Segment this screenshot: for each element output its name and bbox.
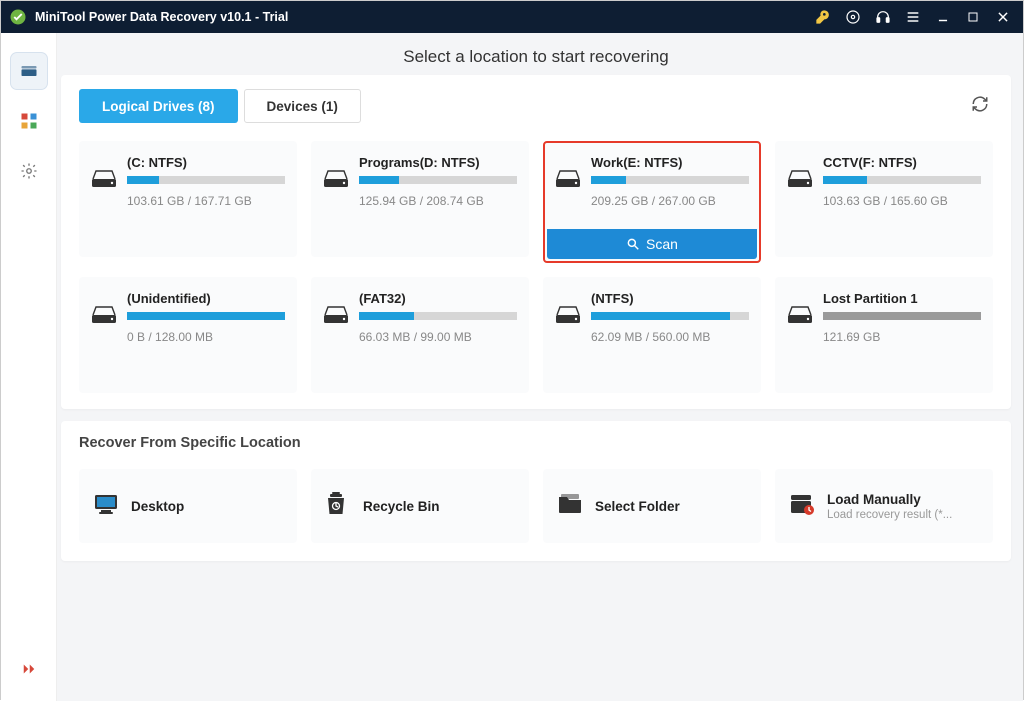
drive-card[interactable]: Lost Partition 1121.69 GBScan bbox=[775, 277, 993, 393]
drive-icon bbox=[323, 305, 353, 379]
drive-name: Lost Partition 1 bbox=[823, 291, 981, 306]
drive-usage-bar bbox=[823, 312, 981, 320]
drive-size: 121.69 GB bbox=[823, 330, 981, 344]
recover-section-title: Recover From Specific Location bbox=[79, 435, 993, 451]
refresh-button[interactable] bbox=[967, 91, 993, 122]
app-logo-icon bbox=[9, 8, 27, 26]
key-icon[interactable] bbox=[811, 5, 835, 29]
location-card[interactable]: Desktop bbox=[79, 469, 297, 543]
drive-card[interactable]: (FAT32)66.03 MB / 99.00 MBScan bbox=[311, 277, 529, 393]
drive-size: 125.94 GB / 208.74 GB bbox=[359, 194, 517, 208]
drive-icon bbox=[323, 169, 353, 243]
drive-size: 62.09 MB / 560.00 MB bbox=[591, 330, 749, 344]
drive-usage-bar bbox=[359, 176, 517, 184]
drive-usage-bar bbox=[591, 312, 749, 320]
minimize-button[interactable] bbox=[931, 5, 955, 29]
drive-usage-bar bbox=[823, 176, 981, 184]
app-title: MiniTool Power Data Recovery v10.1 - Tri… bbox=[35, 10, 805, 24]
drive-grid: (C: NTFS) 103.61 GB / 167.71 GB Scan Progra… bbox=[79, 141, 993, 393]
drive-icon bbox=[787, 305, 817, 379]
drive-size: 209.25 GB / 267.00 GB bbox=[591, 194, 749, 208]
drives-panel: Logical Drives (8) Devices (1) (C: NTFS)… bbox=[61, 75, 1011, 409]
drive-name: (FAT32) bbox=[359, 291, 517, 306]
drive-usage-bar bbox=[359, 312, 517, 320]
drive-card[interactable]: CCTV(F: NTFS)103.63 GB / 165.60 GBScan bbox=[775, 141, 993, 257]
tabs-row: Logical Drives (8) Devices (1) bbox=[79, 89, 993, 123]
location-card[interactable]: Load Manually Load recovery result (*... bbox=[775, 469, 993, 543]
location-grid: Desktop Recycle Bin Select Folder Load Manu… bbox=[79, 469, 993, 543]
location-sublabel: Load recovery result (*... bbox=[827, 509, 952, 521]
titlebar: MiniTool Power Data Recovery v10.1 - Tri… bbox=[1, 1, 1023, 33]
content-area: Select a location to start recovering Lo… bbox=[57, 33, 1023, 701]
sidebar-expand-button[interactable] bbox=[11, 651, 47, 687]
drive-card[interactable]: (C: NTFS)103.61 GB / 167.71 GBScan bbox=[79, 141, 297, 257]
drive-icon bbox=[91, 305, 121, 379]
maximize-button[interactable] bbox=[961, 5, 985, 29]
drive-name: (NTFS) bbox=[591, 291, 749, 306]
sidebar-item-apps[interactable] bbox=[11, 103, 47, 139]
drive-icon bbox=[91, 169, 121, 243]
drive-card[interactable]: (NTFS)62.09 MB / 560.00 MBScan bbox=[543, 277, 761, 393]
location-icon bbox=[325, 492, 351, 521]
drive-name: (C: NTFS) bbox=[127, 155, 285, 170]
recover-panel: Recover From Specific Location Desktop Re… bbox=[61, 421, 1011, 561]
location-icon bbox=[789, 493, 815, 520]
scan-button[interactable]: Scan bbox=[547, 229, 757, 259]
location-label: Desktop bbox=[131, 499, 184, 514]
location-icon bbox=[93, 493, 119, 520]
drive-icon bbox=[787, 169, 817, 243]
sidebar-item-recovery[interactable] bbox=[11, 53, 47, 89]
drive-size: 103.61 GB / 167.71 GB bbox=[127, 194, 285, 208]
drive-usage-bar bbox=[127, 312, 285, 320]
location-card[interactable]: Recycle Bin bbox=[311, 469, 529, 543]
disc-icon[interactable] bbox=[841, 5, 865, 29]
drive-size: 66.03 MB / 99.00 MB bbox=[359, 330, 517, 344]
drive-size: 0 B / 128.00 MB bbox=[127, 330, 285, 344]
drive-name: CCTV(F: NTFS) bbox=[823, 155, 981, 170]
drive-card[interactable]: (Unidentified)0 B / 128.00 MBScan bbox=[79, 277, 297, 393]
drive-size: 103.63 GB / 165.60 GB bbox=[823, 194, 981, 208]
location-label: Select Folder bbox=[595, 499, 680, 514]
tab-devices[interactable]: Devices (1) bbox=[244, 89, 361, 123]
headset-icon[interactable] bbox=[871, 5, 895, 29]
drive-usage-bar bbox=[591, 176, 749, 184]
drive-name: (Unidentified) bbox=[127, 291, 285, 306]
location-label: Load Manually bbox=[827, 492, 952, 507]
location-card[interactable]: Select Folder bbox=[543, 469, 761, 543]
drive-name: Programs(D: NTFS) bbox=[359, 155, 517, 170]
drive-card[interactable]: Work(E: NTFS) 209.25 GB / 267.00 GB Scan bbox=[543, 141, 761, 263]
drive-name: Work(E: NTFS) bbox=[591, 155, 749, 170]
drive-icon bbox=[555, 305, 585, 379]
close-button[interactable] bbox=[991, 5, 1015, 29]
drive-usage-bar bbox=[127, 176, 285, 184]
page-title: Select a location to start recovering bbox=[61, 33, 1011, 75]
sidebar-item-settings[interactable] bbox=[11, 153, 47, 189]
location-icon bbox=[557, 494, 583, 519]
drive-card[interactable]: Programs(D: NTFS)125.94 GB / 208.74 GBSc… bbox=[311, 141, 529, 257]
tab-logical-drives[interactable]: Logical Drives (8) bbox=[79, 89, 238, 123]
location-label: Recycle Bin bbox=[363, 499, 440, 514]
sidebar bbox=[1, 33, 57, 701]
menu-icon[interactable] bbox=[901, 5, 925, 29]
